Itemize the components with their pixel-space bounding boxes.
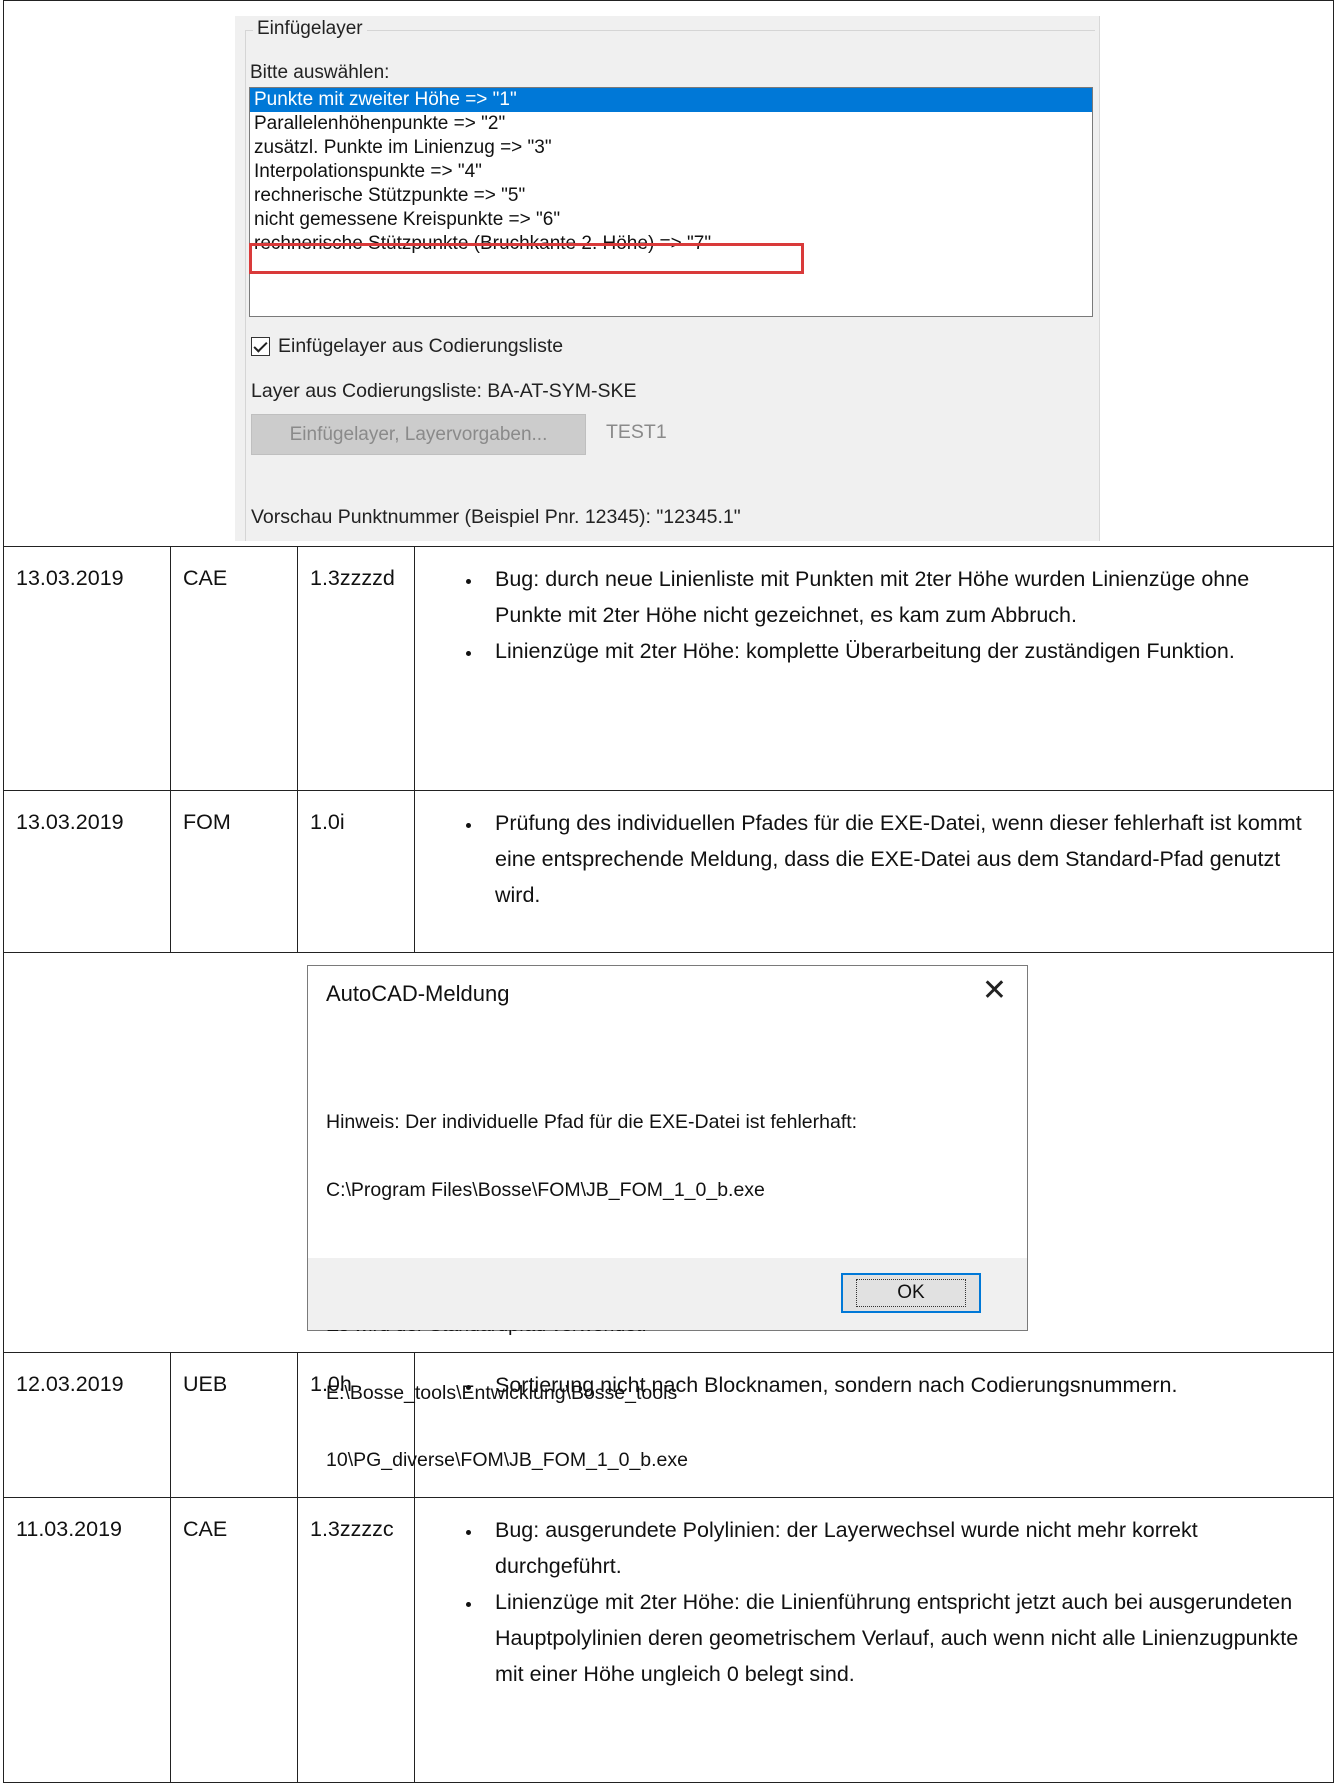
change-list: Bug: durch neue Linienliste mit Punkten … bbox=[415, 547, 1333, 669]
list-item[interactable]: zusätzl. Punkte im Linienzug => "3" bbox=[250, 136, 1092, 160]
checkmark-icon[interactable] bbox=[251, 337, 270, 356]
highlight-box bbox=[249, 243, 804, 274]
date-cell: 13.03.2019 bbox=[16, 810, 124, 834]
list-item[interactable]: nicht gemessene Kreispunkte => "6" bbox=[250, 208, 1092, 232]
message-line: 10\PG_diverse\FOM\JB_FOM_1_0_b.exe bbox=[326, 1449, 688, 1471]
list-item[interactable]: Punkte mit zweiter Höhe => "1" bbox=[250, 88, 1092, 112]
list-item: Linienzüge mit 2ter Höhe: komplette Über… bbox=[483, 633, 1303, 669]
table-row: 11.03.2019 CAE 1.3zzzzc Bug: ausgerundet… bbox=[3, 1497, 1334, 1783]
list-item: Linienzüge mit 2ter Höhe: die Linienführ… bbox=[483, 1584, 1303, 1692]
list-item: Prüfung des individuellen Pfades für die… bbox=[483, 805, 1303, 913]
date-cell: 12.03.2019 bbox=[16, 1372, 124, 1396]
list-item: Bug: ausgerundete Polylinien: der Layerw… bbox=[483, 1512, 1303, 1584]
close-icon[interactable]: ✕ bbox=[982, 974, 1007, 1008]
layer-value: TEST1 bbox=[606, 421, 667, 443]
layer-info: Layer aus Codierungsliste: BA-AT-SYM-SKE bbox=[251, 380, 637, 402]
change-list: Bug: ausgerundete Polylinien: der Layerw… bbox=[415, 1498, 1333, 1692]
checkbox-label: Einfügelayer aus Codierungsliste bbox=[278, 335, 564, 357]
code-cell: CAE bbox=[183, 566, 228, 590]
autocad-message-dialog: AutoCAD-Meldung ✕ Hinweis: Der individue… bbox=[307, 965, 1028, 1471]
message-line: C:\Program Files\Bosse\FOM\JB_FOM_1_0_b.… bbox=[326, 1178, 765, 1201]
group-title: Einfügelayer bbox=[253, 18, 367, 40]
message-line: E:\Bosse_tools\Entwicklung\Bosse_tools bbox=[326, 1381, 678, 1404]
code-cell: UEB bbox=[183, 1372, 228, 1396]
list-item[interactable]: Parallelenhöhenpunkte => "2" bbox=[250, 112, 1092, 136]
list-item[interactable]: Interpolationspunkte => "4" bbox=[250, 160, 1092, 184]
layer-listbox[interactable]: Punkte mit zweiter Höhe => "1" Parallele… bbox=[249, 87, 1093, 317]
ok-button[interactable]: OK bbox=[841, 1273, 981, 1313]
message-line: Hinweis: Der individuelle Pfad für die E… bbox=[326, 1111, 858, 1133]
table-row: 13.03.2019 CAE 1.3zzzzd Bug: durch neue … bbox=[3, 546, 1334, 791]
select-prompt: Bitte auswählen: bbox=[250, 62, 390, 83]
codierungsliste-checkbox[interactable]: Einfügelayer aus Codierungsliste bbox=[251, 335, 563, 358]
code-cell: FOM bbox=[183, 810, 231, 834]
date-cell: 11.03.2019 bbox=[16, 1517, 123, 1541]
dialog-footer: OK bbox=[308, 1258, 1027, 1330]
version-cell: 1.0i bbox=[310, 810, 345, 834]
change-list: Prüfung des individuellen Pfades für die… bbox=[415, 791, 1333, 913]
layervorgaben-button[interactable]: Einfügelayer, Layervorgaben... bbox=[251, 414, 586, 455]
version-cell: 1.3zzzzd bbox=[310, 566, 395, 590]
point-number-preview: Vorschau Punktnummer (Beispiel Pnr. 1234… bbox=[251, 506, 741, 528]
code-cell: CAE bbox=[183, 1517, 228, 1541]
einfuegelayer-panel: Einfügelayer Bitte auswählen: Punkte mit… bbox=[235, 16, 1100, 541]
list-item[interactable]: rechnerische Stützpunkte => "5" bbox=[250, 184, 1092, 208]
list-item: Bug: durch neue Linienliste mit Punkten … bbox=[483, 561, 1303, 633]
dialog-title: AutoCAD-Meldung bbox=[326, 981, 510, 1006]
table-row: 13.03.2019 FOM 1.0i Prüfung des individu… bbox=[3, 790, 1334, 953]
ok-label: OK bbox=[856, 1279, 966, 1307]
date-cell: 13.03.2019 bbox=[16, 566, 124, 590]
